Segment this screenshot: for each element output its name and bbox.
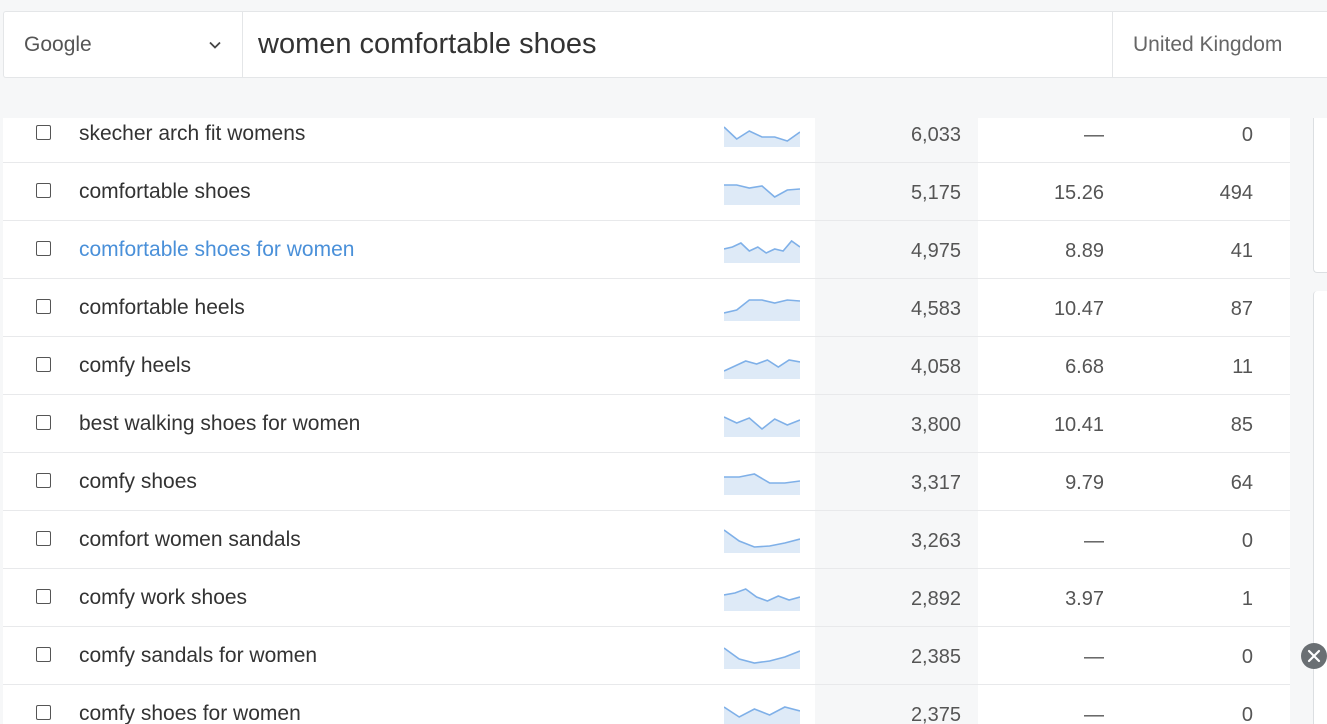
results-count: 85 bbox=[1230, 414, 1253, 436]
table-row[interactable]: comfort women sandals 3,263 — 0 bbox=[3, 511, 1290, 569]
search-volume: 2,375 bbox=[910, 704, 961, 724]
results-count: 0 bbox=[1241, 124, 1253, 146]
row-checkbox[interactable] bbox=[36, 415, 51, 430]
results-count: 0 bbox=[1241, 646, 1253, 668]
search-volume: 4,975 bbox=[910, 240, 961, 262]
keyword-text[interactable]: comfy sandals for women bbox=[79, 644, 317, 668]
keyword-text[interactable]: comfy work shoes bbox=[79, 586, 247, 610]
keyword-text[interactable]: comfortable shoes bbox=[79, 180, 251, 204]
country-label: United Kingdom bbox=[1133, 32, 1283, 56]
keyword-text[interactable]: comfy shoes bbox=[79, 470, 197, 494]
search-bar: Google women comfortable shoes United Ki… bbox=[3, 11, 1327, 78]
search-volume: 4,583 bbox=[910, 298, 961, 320]
row-checkbox[interactable] bbox=[36, 531, 51, 546]
search-volume: 5,175 bbox=[910, 182, 961, 204]
results-count: 494 bbox=[1219, 182, 1253, 204]
row-checkbox[interactable] bbox=[36, 299, 51, 314]
row-checkbox[interactable] bbox=[36, 647, 51, 662]
keyword-text[interactable]: comfortable shoes for women bbox=[79, 238, 354, 262]
trend-sparkline bbox=[724, 529, 800, 553]
results-count: 64 bbox=[1230, 472, 1253, 494]
country-select[interactable]: United Kingdom bbox=[1113, 12, 1327, 77]
cpc-value: — bbox=[1084, 530, 1104, 552]
cpc-value: 9.79 bbox=[1065, 472, 1104, 494]
trend-sparkline bbox=[724, 299, 800, 321]
keyword-text[interactable]: comfy shoes for women bbox=[79, 702, 301, 724]
sparkline-area bbox=[724, 417, 800, 437]
trend-sparkline bbox=[724, 706, 800, 724]
search-volume: 3,317 bbox=[910, 472, 961, 494]
results-count: 0 bbox=[1241, 704, 1253, 724]
search-volume: 2,892 bbox=[910, 588, 961, 610]
keyword-text[interactable]: comfortable heels bbox=[79, 296, 245, 320]
row-checkbox[interactable] bbox=[36, 705, 51, 720]
keyword-text[interactable]: skecher arch fit womens bbox=[79, 122, 305, 146]
search-query-text: women comfortable shoes bbox=[258, 28, 597, 60]
sparkline-area bbox=[724, 707, 800, 724]
row-checkbox[interactable] bbox=[36, 589, 51, 604]
table-row[interactable]: comfy sandals for women 2,385 — 0 bbox=[3, 627, 1290, 685]
trend-sparkline bbox=[724, 359, 800, 379]
trend-sparkline bbox=[724, 126, 800, 147]
close-icon bbox=[1307, 649, 1321, 663]
trend-sparkline bbox=[724, 239, 800, 263]
cpc-value: — bbox=[1084, 124, 1104, 146]
row-checkbox[interactable] bbox=[36, 357, 51, 372]
side-panel-edge bbox=[1313, 118, 1327, 273]
table-row[interactable]: comfy shoes 3,317 9.79 64 bbox=[3, 453, 1290, 511]
results-table: skecher arch fit womens 6,033 — 0 comfortabl… bbox=[3, 118, 1290, 724]
search-volume: 3,263 bbox=[910, 530, 961, 552]
table-row[interactable]: skecher arch fit womens 6,033 — 0 bbox=[3, 118, 1290, 163]
cpc-value: 8.89 bbox=[1065, 240, 1104, 262]
cpc-value: 3.97 bbox=[1065, 588, 1104, 610]
results-count: 41 bbox=[1230, 240, 1253, 262]
trend-sparkline bbox=[724, 184, 800, 205]
trend-sparkline bbox=[724, 416, 800, 437]
chevron-down-icon bbox=[209, 41, 221, 49]
results-rows: skecher arch fit womens 6,033 — 0 comfortabl… bbox=[3, 118, 1290, 724]
search-engine-select[interactable]: Google bbox=[4, 12, 243, 77]
trend-sparkline bbox=[724, 647, 800, 669]
table-row[interactable]: comfy heels 4,058 6.68 11 bbox=[3, 337, 1290, 395]
search-volume: 3,800 bbox=[910, 414, 961, 436]
cpc-value: 6.68 bbox=[1065, 356, 1104, 378]
table-row[interactable]: best walking shoes for women 3,800 10.41 85 bbox=[3, 395, 1290, 453]
cpc-value: — bbox=[1084, 646, 1104, 668]
search-engine-label: Google bbox=[24, 32, 92, 56]
row-checkbox[interactable] bbox=[36, 241, 51, 256]
cpc-value: 15.26 bbox=[1053, 182, 1104, 204]
trend-sparkline bbox=[724, 588, 800, 611]
row-checkbox[interactable] bbox=[36, 473, 51, 488]
results-count: 87 bbox=[1230, 298, 1253, 320]
search-volume: 6,033 bbox=[910, 124, 961, 146]
results-count: 0 bbox=[1241, 530, 1253, 552]
cpc-value: — bbox=[1084, 704, 1104, 724]
search-input[interactable]: women comfortable shoes bbox=[243, 12, 1113, 77]
results-count: 1 bbox=[1241, 588, 1253, 610]
row-checkbox[interactable] bbox=[36, 183, 51, 198]
close-button[interactable] bbox=[1301, 643, 1327, 669]
keyword-text[interactable]: best walking shoes for women bbox=[79, 412, 360, 436]
table-row[interactable]: comfortable shoes for women 4,975 8.89 41 bbox=[3, 221, 1290, 279]
sparkline-area bbox=[724, 185, 800, 205]
keyword-text[interactable]: comfort women sandals bbox=[79, 528, 301, 552]
table-row[interactable]: comfortable shoes 5,175 15.26 494 bbox=[3, 163, 1290, 221]
search-volume: 2,385 bbox=[910, 646, 961, 668]
table-row[interactable]: comfy shoes for women 2,375 — 0 bbox=[3, 685, 1290, 724]
table-row[interactable]: comfy work shoes 2,892 3.97 1 bbox=[3, 569, 1290, 627]
cpc-value: 10.47 bbox=[1053, 298, 1104, 320]
table-row[interactable]: comfortable heels 4,583 10.47 87 bbox=[3, 279, 1290, 337]
results-count: 11 bbox=[1232, 356, 1253, 378]
keyword-text[interactable]: comfy heels bbox=[79, 354, 191, 378]
row-checkbox[interactable] bbox=[36, 125, 51, 140]
trend-sparkline bbox=[724, 473, 800, 495]
sparkline-area bbox=[724, 648, 800, 669]
cpc-value: 10.41 bbox=[1053, 414, 1104, 436]
search-volume: 4,058 bbox=[910, 356, 961, 378]
